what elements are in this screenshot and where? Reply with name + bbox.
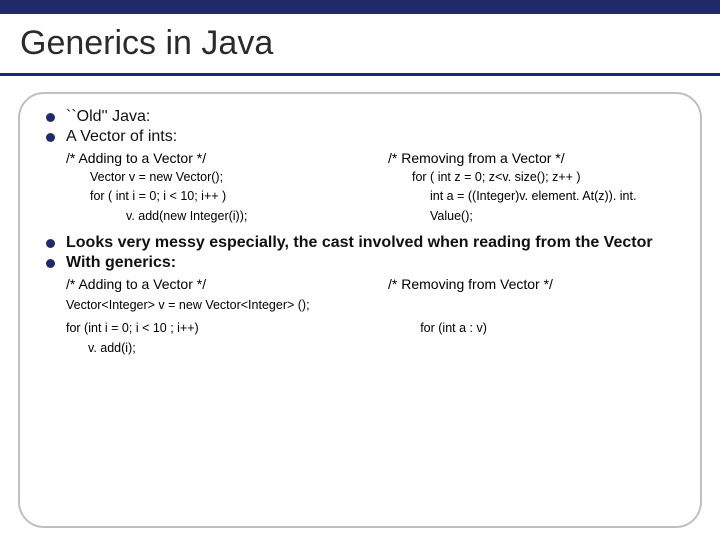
bullet-vector-of-ints: A Vector of ints:	[44, 128, 682, 146]
bullet-old-java: ``Old'' Java:	[44, 108, 682, 126]
code-line: for ( int i = 0; i < 10; i++ )	[72, 187, 360, 206]
gen-decl-line: Vector<Integer> v = new Vector<Integer> …	[66, 298, 682, 312]
bullet-list-1: ``Old'' Java: A Vector of ints:	[44, 108, 682, 146]
gen-add-code: for (int i = 0; i < 10 ; i++) v. add(i);	[66, 318, 392, 358]
old-remove-comment: /* Removing from a Vector */	[388, 150, 682, 166]
bullet-with-generics: With generics:	[44, 254, 682, 272]
code-line: Vector v = new Vector();	[72, 168, 360, 187]
generics-code-row: for (int i = 0; i < 10 ; i++) v. add(i);…	[38, 318, 682, 358]
old-remove-column: /* Removing from a Vector */ for ( int z…	[360, 150, 682, 226]
gen-remove-code: for (int a : v)	[420, 318, 682, 338]
old-add-code: Vector v = new Vector(); for ( int i = 0…	[72, 168, 360, 226]
content-frame: ``Old'' Java: A Vector of ints: /* Addin…	[18, 92, 702, 528]
code-line: for ( int z = 0; z<v. size(); z++ )	[394, 168, 682, 187]
code-line: v. add(i);	[66, 338, 392, 358]
code-line: for (int i = 0; i < 10 ; i++)	[66, 318, 392, 338]
header-bar	[0, 0, 720, 14]
title-divider	[0, 73, 720, 76]
old-add-comment: /* Adding to a Vector */	[66, 150, 360, 166]
gen-remove-comment: /* Removing from Vector */	[388, 276, 682, 292]
code-line: v. add(new Integer(i));	[72, 207, 360, 226]
generics-header-row: /* Adding to a Vector */ /* Removing fro…	[38, 276, 682, 294]
old-remove-code: for ( int z = 0; z<v. size(); z++ ) int …	[394, 168, 682, 226]
gen-add-comment: /* Adding to a Vector */	[66, 276, 360, 292]
bullet-messy: Looks very messy especially, the cast in…	[44, 234, 682, 252]
old-add-column: /* Adding to a Vector */ Vector v = new …	[38, 150, 360, 226]
bullet-list-2: Looks very messy especially, the cast in…	[44, 234, 682, 272]
code-line: int a = ((Integer)v. element. At(z)). in…	[394, 187, 682, 226]
code-columns-old: /* Adding to a Vector */ Vector v = new …	[38, 150, 682, 226]
code-line: for (int a : v)	[420, 318, 682, 338]
slide-title: Generics in Java	[0, 14, 720, 73]
